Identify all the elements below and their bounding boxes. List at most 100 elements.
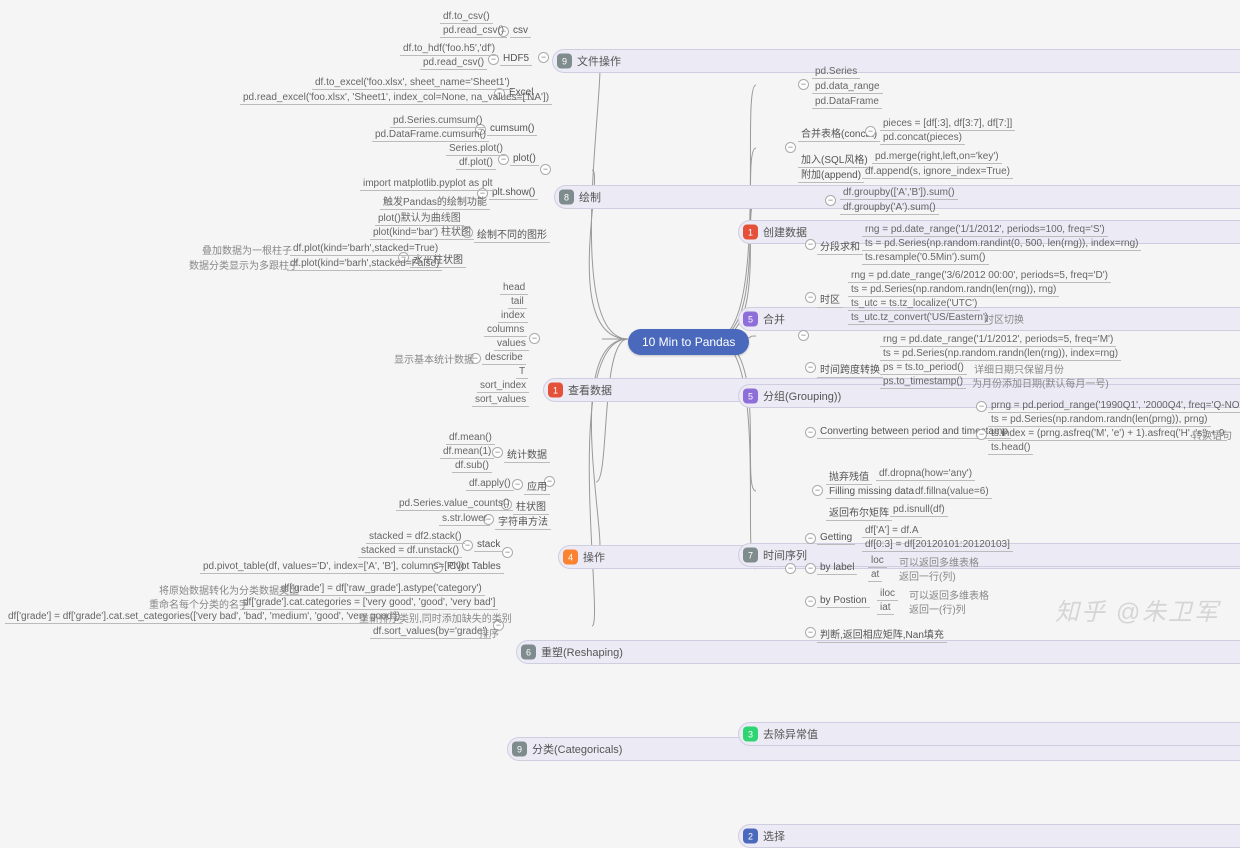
sub-plot[interactable]: plot() [510,152,539,166]
leaf: df['grade'].cat.categories = ['very good… [240,596,498,610]
leaf: df.dropna(how='any') [876,467,975,481]
leaf: df.mean(1) [440,445,494,459]
sub-stats[interactable]: 统计数据 [504,445,550,463]
leaf: s.str.lower [439,512,490,526]
leaf: pd.pivot_table(df, values='D', index=['A… [200,560,467,574]
sub-apply[interactable]: 应用 [524,477,550,495]
leaf: pd.read_excel('foo.xlsx', 'Sheet1', inde… [240,91,552,105]
toggle-icon[interactable]: − [976,401,987,412]
sub-span[interactable]: 时间跨度转换 [817,360,883,378]
branch-select[interactable]: 2选择 [738,824,1240,848]
leaf: pd.isnull(df) [890,503,948,517]
desc: 返回一(行)列 [905,601,970,616]
num-badge: 6 [521,645,536,660]
leaf: describe [482,351,526,365]
mindmap-canvas[interactable]: 10 Min to Pandas 9文件操作 − csv − df.to_csv… [0,0,1240,637]
leaf: sort_index [477,379,529,393]
toggle-icon[interactable]: − [805,362,816,373]
num-badge: 5 [743,389,758,404]
leaf: ts.resample('0.5Min').sum() [862,251,989,265]
leaf: ts = pd.Series(np.random.randn(len(rng))… [848,283,1059,297]
leaf: T [516,365,528,379]
toggle-icon[interactable]: − [805,427,816,438]
leaf: df.to_excel('foo.xlsx', sheet_name='Shee… [312,76,513,90]
desc: 重新排序类别,同时添加缺失的类别 [355,610,516,625]
sub-bypos[interactable]: by Postion [817,594,870,608]
sub-kinds[interactable]: 绘制不同的图形 [474,225,550,243]
leaf: df.to_hdf('foo.h5','df') [400,42,498,56]
toggle-icon[interactable]: − [865,126,876,137]
toggle-icon[interactable]: − [540,164,551,175]
leaf: ps = ts.to_period() [880,361,967,375]
branch-file-ops[interactable]: 9文件操作 [552,49,1240,73]
leaf: index [498,309,528,323]
leaf: stacked = df2.stack() [366,530,465,544]
leaf: df.groupby('A').sum() [840,201,939,215]
toggle-icon[interactable]: − [805,596,816,607]
leaf: loc [868,554,887,568]
toggle-icon[interactable]: − [529,333,540,344]
sub-bylabel[interactable]: by label [817,561,857,575]
sub-resample[interactable]: 分段求和 [817,237,863,255]
toggle-icon[interactable]: − [502,547,513,558]
sub-dropna-c[interactable]: 返回布尔矩阵 [826,503,892,521]
toggle-icon[interactable]: − [976,429,987,440]
leaf: df[0:3] = df[20120101:20120103] [862,538,1013,552]
sub-str[interactable]: 字符串方法 [495,512,551,530]
sub-dropna-a[interactable]: 抛弃残值 [826,467,872,485]
sub-pltshow[interactable]: plt.show() [489,186,538,200]
desc: 可以返回多维表格 [905,587,993,602]
sub-dropna-b[interactable]: Filling missing data [826,485,917,499]
toggle-icon[interactable]: − [805,292,816,303]
toggle-icon[interactable]: − [785,563,796,574]
leaf: rng = pd.date_range('3/6/2012 00:00', pe… [848,269,1111,283]
branch-dropna[interactable]: 3去除异常值 [738,722,1240,746]
desc: 排序 [475,625,503,640]
sub-cumsum[interactable]: cumsum() [487,122,537,136]
toggle-icon[interactable]: − [805,533,816,544]
leaf: df.plot(kind='barh',stacked=True) [290,242,441,256]
sub-bool[interactable]: 判断,返回相应矩阵,Nan填充 [817,625,947,643]
sub-append[interactable]: 附加(append) [798,165,864,183]
num-badge: 7 [743,548,758,563]
leaf: pd.Series.cumsum() [390,114,485,128]
sub-getting[interactable]: Getting [817,531,855,545]
leaf: df.groupby(['A','B']).sum() [840,186,958,200]
toggle-icon[interactable]: − [538,52,549,63]
toggle-icon[interactable]: − [785,142,796,153]
toggle-icon[interactable]: − [798,79,809,90]
sub-hdf5[interactable]: HDF5 [500,52,532,66]
desc: 时区切换 [980,311,1028,326]
num-badge: 9 [557,54,572,69]
leaf: pd.read_csv() [420,56,487,70]
leaf: df.apply() [466,477,514,491]
leaf: pieces = [df[:3], df[3:7], df[7:]] [880,117,1015,131]
leaf: df.plot(kind='barh',stacked=False) [287,257,442,271]
toggle-icon[interactable]: − [805,563,816,574]
num-badge: 9 [512,742,527,757]
root-node[interactable]: 10 Min to Pandas [628,329,749,355]
desc: 可以返回多维表格 [895,554,983,569]
sub-stack[interactable]: stack [474,538,503,552]
num-badge: 1 [548,383,563,398]
toggle-icon[interactable]: − [812,485,823,496]
leaf: values [494,337,529,351]
leaf: df['grade'] = df['grade'].cat.set_catego… [5,610,403,624]
leaf: rng = pd.date_range('1/1/2012', periods=… [880,333,1116,347]
branch-reshape[interactable]: 6重塑(Reshaping) [516,640,1240,664]
desc: 为月份添加日期(默认每月一号) [968,375,1113,390]
leaf: iat [877,601,894,615]
leaf: pd.concat(pieces) [880,131,965,145]
leaf: pd.DataFrame.cumsum() [372,128,489,142]
toggle-icon[interactable]: − [798,330,809,341]
leaf: ts_utc = ts.tz_localize('UTC') [848,297,980,311]
leaf: ts.head() [988,441,1033,455]
toggle-icon[interactable]: − [805,239,816,250]
num-badge: 3 [743,727,758,742]
leaf: df.fillna(value=6) [912,485,992,499]
toggle-icon[interactable]: − [805,627,816,638]
num-badge: 4 [563,550,578,565]
sub-csv[interactable]: csv [510,24,531,38]
sub-tz[interactable]: 时区 [817,290,843,308]
toggle-icon[interactable]: − [825,195,836,206]
